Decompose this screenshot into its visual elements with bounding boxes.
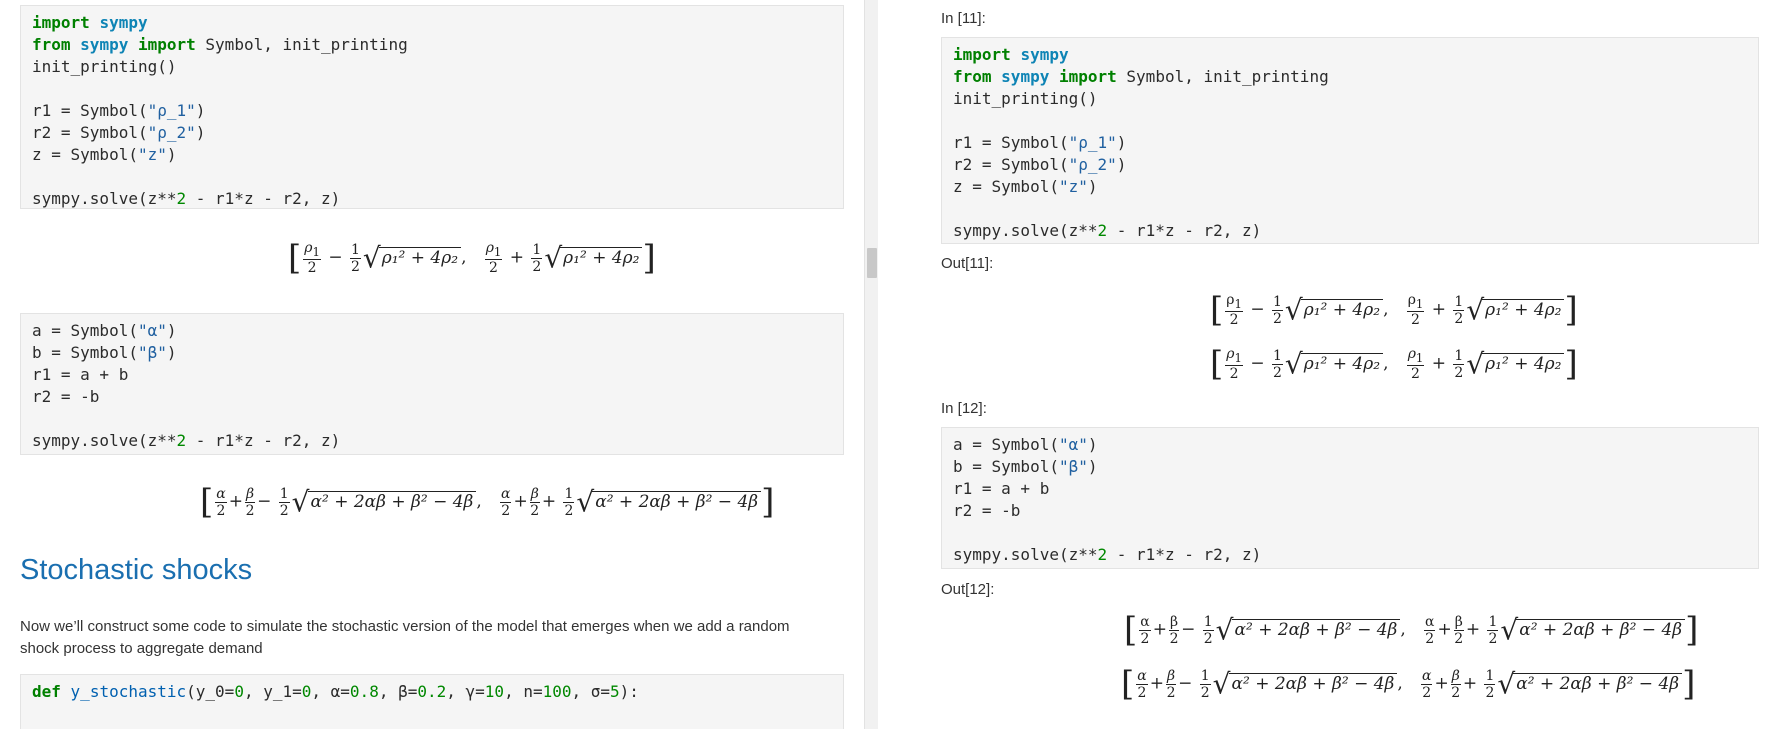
code-line: init_printing() [953, 89, 1098, 108]
output-math-11a: [ρ1 2 − 1 2 √ρ₁² + 4ρ₂, ρ1 2 + 1 2 √ρ₁² + 4ρ₂] [1210, 290, 1578, 330]
code-cell-2[interactable]: a = Symbol("α") b = Symbol("β") r1 = a +… [20, 313, 844, 455]
code-line: init_printing() [32, 57, 177, 76]
code-cell-in11[interactable]: import sympy from sympy import Symbol, i… [941, 37, 1759, 244]
input-prompt: In [12]: [941, 400, 987, 417]
scrollbar-thumb[interactable] [867, 248, 877, 278]
code-line: r2 = Symbol("ρ_2") [32, 123, 206, 142]
code-line: r2 = -b [953, 501, 1021, 520]
sqrt-term: ρ₁² + 4ρ₂ [1482, 298, 1565, 320]
paragraph-line: shock process to aggregate demand [20, 640, 263, 657]
sqrt-term: ρ₁² + 4ρ₂ [1300, 352, 1384, 374]
sqrt-term: ρ₁² + 4ρ₂ [560, 246, 643, 268]
code-line: a = Symbol("α") [32, 321, 177, 340]
left-scrollbar[interactable] [864, 0, 879, 729]
code-line: import sympy [953, 45, 1069, 64]
sqrt-term: ρ₁² + 4ρ₂ [1482, 352, 1565, 374]
output-math-11b: [ρ1 2 − 1 2 √ρ₁² + 4ρ₂, ρ1 2 + 1 2 √ρ₁² + 4ρ₂] [1210, 344, 1578, 384]
sqrt-term: α² + 2αβ + β² − 4β [1516, 618, 1686, 640]
pane-divider[interactable] [878, 0, 910, 729]
code-line: sympy.solve(z**2 - r1*z - r2, z) [953, 221, 1262, 240]
output-math-2: [α 2 + β 2− 1 2 √α² + 2αβ + β² − 4β, α 2 + β 2 + 12… [200, 482, 775, 522]
code-line: r1 = Symbol("ρ_1") [953, 133, 1127, 152]
input-prompt: In [11]: [941, 10, 986, 27]
output-math-1: [ρ1 2 − 1 2 √ρ₁² + 4ρ₂, ρ1 2 + 1 2 √ρ₁² + 4ρ₂] [288, 238, 656, 278]
output-math-12b: [α 2 + β 2− 1 2 √α² + 2αβ + β² − 4β, α 2 + β 2 + 12… [1121, 664, 1696, 704]
code-line: z = Symbol("z") [953, 177, 1098, 196]
code-line: sympy.solve(z**2 - r1*z - r2, z) [32, 189, 341, 208]
code-line: a = Symbol("α") [953, 435, 1098, 454]
code-line: r1 = Symbol("ρ_1") [32, 101, 206, 120]
code-line: b = Symbol("β") [32, 343, 177, 362]
left-notebook-pane[interactable]: import sympy from sympy import Symbol, i… [0, 0, 864, 729]
code-cell-3[interactable]: def y_stochastic(y_0=0, y_1=0, α=0.8, β=… [20, 674, 844, 729]
code-line: def y_stochastic(y_0=0, y_1=0, α=0.8, β=… [32, 682, 639, 701]
code-cell-1[interactable]: import sympy from sympy import Symbol, i… [20, 5, 844, 209]
code-line: from sympy import Symbol, init_printing [953, 67, 1329, 86]
code-line: r2 = Symbol("ρ_2") [953, 155, 1127, 174]
output-prompt: Out[12]: [941, 581, 995, 598]
code-cell-in12[interactable]: a = Symbol("α") b = Symbol("β") r1 = a +… [941, 427, 1759, 569]
code-line: r1 = a + b [32, 365, 129, 384]
sqrt-term: α² + 2αβ + β² − 4β [1513, 672, 1683, 694]
code-line: b = Symbol("β") [953, 457, 1098, 476]
code-line: r1 = a + b [953, 479, 1050, 498]
sqrt-term: α² + 2αβ + β² − 4β [592, 490, 762, 512]
code-line: import sympy [32, 13, 148, 32]
sqrt-term: α² + 2αβ + β² − 4β [1228, 672, 1398, 694]
section-heading: Stochastic shocks [20, 554, 253, 586]
code-line: z = Symbol("z") [32, 145, 177, 164]
output-math-12a: [α 2 + β 2− 1 2 √α² + 2αβ + β² − 4β, α 2 + β 2 + 12… [1124, 610, 1699, 650]
sqrt-term: ρ₁² + 4ρ₂ [1300, 298, 1384, 320]
sqrt-term: ρ₁² + 4ρ₂ [378, 246, 462, 268]
paragraph-line: Now we’ll construct some code to simulat… [20, 618, 790, 635]
code-line: from sympy import Symbol, init_printing [32, 35, 408, 54]
paragraph: Now we’ll construct some code to simulat… [20, 616, 850, 660]
sqrt-term: α² + 2αβ + β² − 4β [307, 490, 477, 512]
output-prompt: Out[11]: [941, 255, 994, 272]
right-notebook-pane[interactable]: In [11]: import sympy from sympy import … [909, 0, 1781, 729]
sqrt-term: α² + 2αβ + β² − 4β [1231, 618, 1401, 640]
code-line: r2 = -b [32, 387, 100, 406]
code-line: sympy.solve(z**2 - r1*z - r2, z) [953, 545, 1262, 564]
code-line: sympy.solve(z**2 - r1*z - r2, z) [32, 431, 341, 450]
